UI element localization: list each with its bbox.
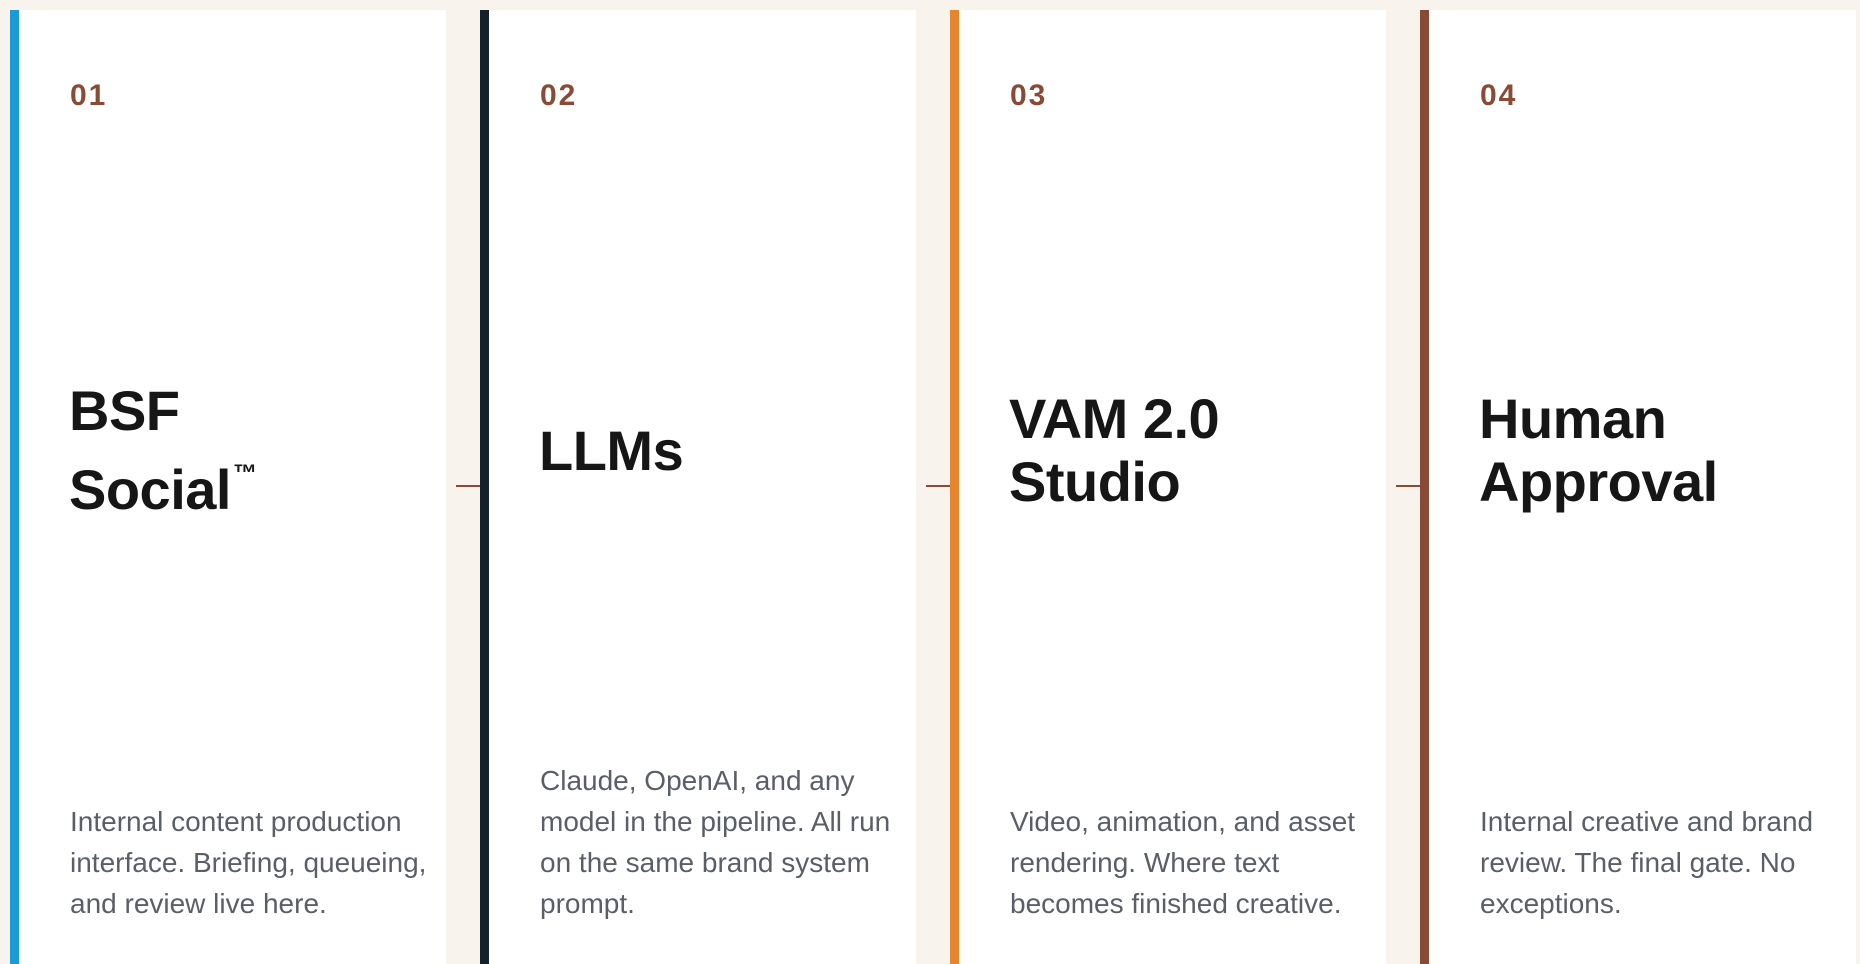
stage-card-human-approval: 04 Human Approval Internal creative and … xyxy=(1420,10,1856,964)
stage-card-vam-studio: 03 VAM 2.0 Studio Video, animation, and … xyxy=(950,10,1386,964)
pipeline: 01 BSF Social™ Internal content producti… xyxy=(0,0,1860,964)
stage-number: 01 xyxy=(70,79,108,112)
stage-description: Video, animation, and asset rendering. W… xyxy=(1010,806,1356,919)
stage-description: Internal creative and brand review. The … xyxy=(1480,806,1814,919)
stage-description: Claude, OpenAI, and any model in the pip… xyxy=(540,765,891,919)
stage-title-line: Studio xyxy=(1009,450,1181,513)
stage-number: 02 xyxy=(540,79,578,112)
stage-number: 03 xyxy=(1010,79,1048,112)
stage-description: Internal content production interface. B… xyxy=(70,806,427,919)
stage-title-line: Approval xyxy=(1479,450,1718,513)
stage-title-line: VAM 2.0 xyxy=(1009,387,1220,450)
stage-card-llms: 02 LLMs Claude, OpenAI, and any model in… xyxy=(480,10,916,964)
stage-number: 04 xyxy=(1480,79,1518,112)
stage-title: Human Approval xyxy=(1479,360,1849,540)
stage-title-line: Social xyxy=(69,458,231,521)
stage-card-bsf-social: 01 BSF Social™ Internal content producti… xyxy=(10,10,446,964)
stage-title-line: BSF xyxy=(69,379,180,442)
stage-title: BSF Social™ xyxy=(69,360,439,540)
stage-title-line: Human xyxy=(1479,387,1667,450)
stage-title: LLMs xyxy=(539,360,909,540)
stage-title: VAM 2.0 Studio xyxy=(1009,360,1379,540)
trademark-mark: ™ xyxy=(232,460,257,487)
stage-title-line: LLMs xyxy=(539,418,684,482)
